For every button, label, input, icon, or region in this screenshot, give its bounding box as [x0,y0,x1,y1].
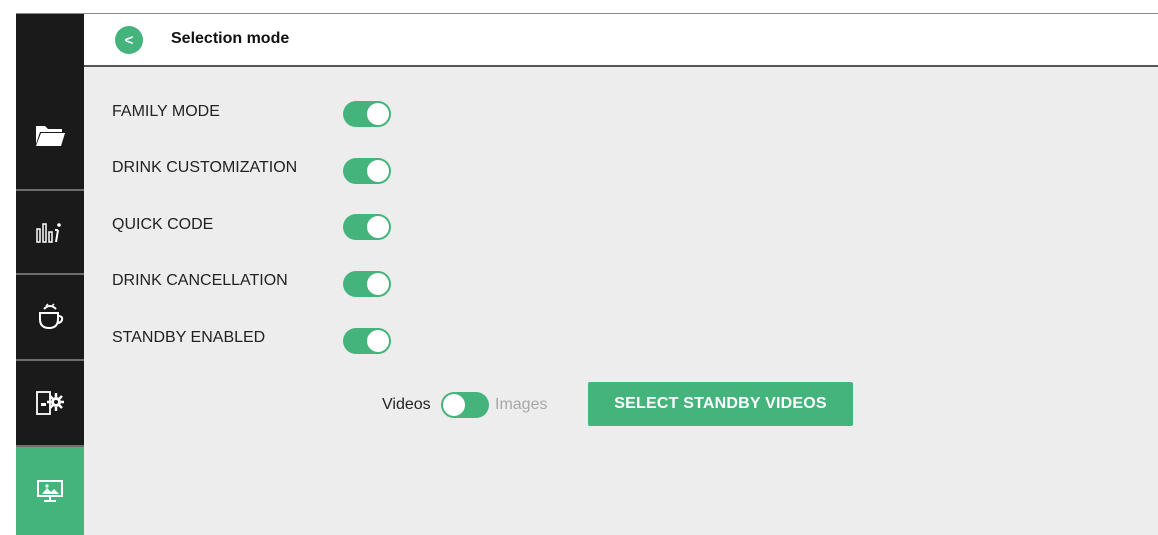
screen-icon [37,480,63,502]
setting-label-drink-customization: DRINK CUSTOMIZATION [112,159,298,176]
settings-panel: FAMILY MODE DRINK CUSTOMIZATION QUICK CO… [84,67,1158,535]
header-bar: < Selection mode [84,14,1158,67]
select-standby-videos-button[interactable]: SELECT STANDBY VIDEOS [588,382,853,426]
standby-media-toggle[interactable] [441,392,489,418]
back-button[interactable]: < [115,26,143,54]
toggle-knob [367,330,389,352]
sidebar-item-drinks[interactable] [16,275,84,359]
machine-settings-icon [36,391,64,415]
toggle-knob [367,160,389,182]
page-title: Selection mode [171,30,290,47]
quick-code-toggle[interactable] [343,214,391,240]
statistics-icon [36,223,61,243]
toggle-knob [367,273,389,295]
setting-label-drink-cancellation: DRINK CANCELLATION [112,272,288,289]
sidebar-item-machine-settings[interactable] [16,361,84,445]
standby-option-images[interactable]: Images [495,396,547,414]
drink-customization-toggle[interactable] [343,158,391,184]
coffee-cup-icon [39,303,64,330]
sidebar-item-files[interactable] [16,81,84,189]
sidebar-item-statistics[interactable] [16,191,84,273]
setting-label-family-mode: FAMILY MODE [112,103,220,120]
sidebar-item-display[interactable] [16,447,84,535]
standby-option-videos[interactable]: Videos [382,396,431,414]
toggle-knob [367,103,389,125]
toggle-knob [367,216,389,238]
family-mode-toggle[interactable] [343,101,391,127]
standby-enabled-toggle[interactable] [343,328,391,354]
sidebar [16,14,84,535]
setting-label-standby-enabled: STANDBY ENABLED [112,329,266,346]
folder-icon [36,126,65,146]
toggle-knob [443,394,465,416]
setting-label-quick-code: QUICK CODE [112,216,214,233]
drink-cancellation-toggle[interactable] [343,271,391,297]
